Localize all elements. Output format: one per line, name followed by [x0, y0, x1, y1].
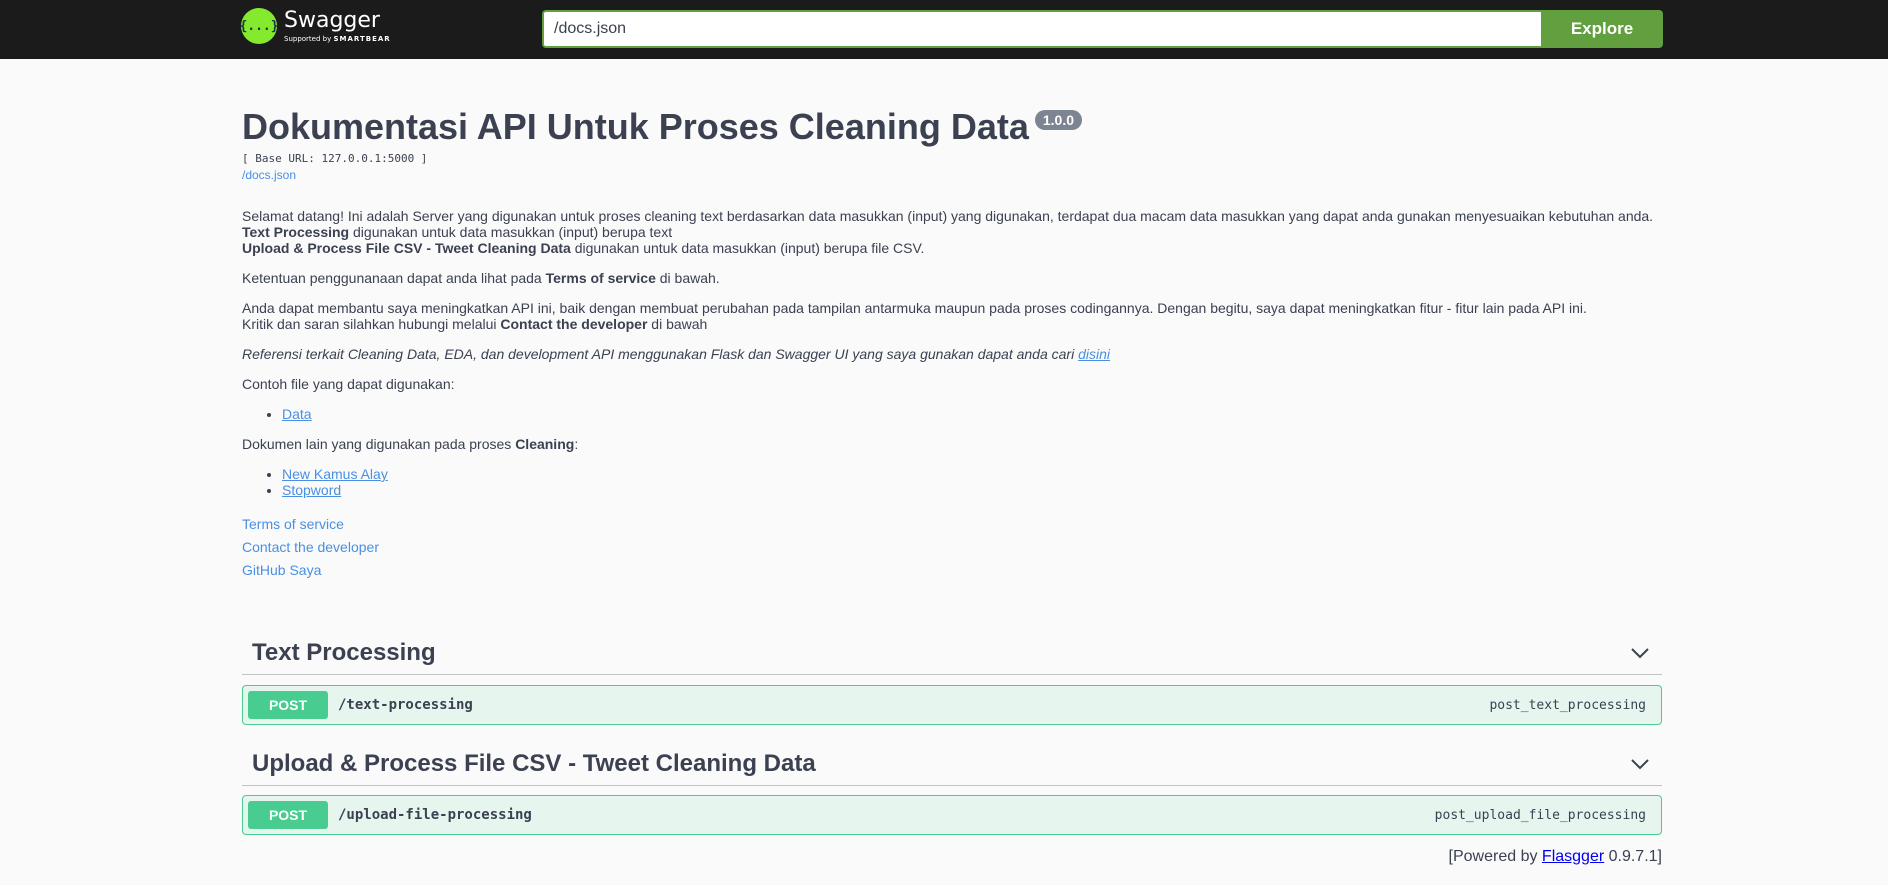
github-link[interactable]: GitHub Saya: [242, 562, 1662, 578]
swagger-logo[interactable]: {...} Swagger Supported by SMARTBEAR: [239, 7, 391, 44]
example-file-list: Data: [282, 406, 1662, 422]
operation-id: post_text_processing: [1489, 697, 1646, 713]
footer: [Powered by Flasgger 0.9.7.1]: [1449, 848, 1662, 866]
flasgger-link[interactable]: Flasgger: [1542, 848, 1604, 865]
logo-name: Swagger: [284, 7, 380, 33]
docs-label-post: :: [574, 436, 579, 452]
docs-label-pre: Dokumen lain yang digunakan pada proses: [242, 436, 516, 452]
swagger-logo-icon: {...}: [239, 8, 279, 44]
example-file-link[interactable]: Data: [282, 406, 312, 422]
docs-label-bold: Cleaning: [515, 436, 575, 452]
title-row: Dokumentasi API Untuk Proses Cleaning Da…: [242, 104, 1662, 150]
tag-section-header[interactable]: Upload & Process File CSV - Tweet Cleani…: [242, 743, 1662, 786]
operation-row[interactable]: POST /upload-file-processing post_upload…: [242, 795, 1662, 835]
line2-bold: Upload & Process File CSV - Tweet Cleani…: [242, 240, 571, 256]
line2-text: digunakan untuk data masukkan (input) be…: [570, 240, 925, 256]
intro-text: Selamat datang! Ini adalah Server yang d…: [242, 208, 1654, 224]
footer-prefix: [Powered by: [1448, 848, 1542, 865]
tag-section-header[interactable]: Text Processing: [242, 632, 1662, 675]
docs-label: Dokumen lain yang digunakan pada proses …: [242, 436, 1662, 452]
help-line2-post: di bawah: [647, 316, 708, 332]
info-links: Terms of service Contact the developer G…: [242, 516, 1662, 578]
reference-link[interactable]: disini: [1078, 346, 1110, 362]
version-badge: 1.0.0: [1034, 110, 1082, 130]
terms-pre: Ketentuan penggunanaan dapat anda lihat …: [242, 270, 546, 286]
method-badge: POST: [248, 801, 328, 829]
help-line1: Anda dapat membantu saya meningkatkan AP…: [242, 300, 1587, 316]
operation-row[interactable]: POST /text-processing post_text_processi…: [242, 685, 1662, 725]
page-title: Dokumentasi API Untuk Proses Cleaning Da…: [242, 106, 1029, 147]
line1-bold: Text Processing: [242, 224, 350, 240]
logo-subtitle: Supported by SMARTBEAR: [284, 35, 391, 44]
chevron-down-icon[interactable]: [1628, 641, 1652, 665]
tag-title: Upload & Process File CSV - Tweet Cleani…: [252, 750, 816, 777]
help-paragraph: Anda dapat membantu saya meningkatkan AP…: [242, 300, 1662, 332]
example-label: Contoh file yang dapat digunakan:: [242, 376, 455, 392]
method-badge: POST: [248, 691, 328, 719]
logo-text: Swagger Supported by SMARTBEAR: [284, 7, 391, 44]
explore-button[interactable]: Explore: [1541, 10, 1663, 48]
terms-bold: Terms of service: [545, 270, 656, 286]
logo-sub-prefix: Supported by: [284, 34, 332, 43]
chevron-down-icon[interactable]: [1628, 752, 1652, 776]
api-description: Selamat datang! Ini adalah Server yang d…: [242, 208, 1662, 498]
footer-suffix: 0.9.7.1]: [1604, 848, 1662, 865]
docs-file-link[interactable]: New Kamus Alay: [282, 466, 388, 482]
logo-sub-brand: SMARTBEAR: [333, 34, 391, 43]
help-line2-bold: Contact the developer: [500, 316, 648, 332]
intro-paragraph: Selamat datang! Ini adalah Server yang d…: [242, 208, 1662, 256]
list-item: Data: [282, 406, 1662, 422]
reference-text: Referensi terkait Cleaning Data, EDA, da…: [242, 346, 1079, 362]
terms-paragraph: Ketentuan penggunanaan dapat anda lihat …: [242, 270, 1662, 286]
spec-url-input[interactable]: [542, 10, 1542, 48]
docs-file-link[interactable]: Stopword: [282, 482, 341, 498]
operation-path: /upload-file-processing: [338, 807, 532, 823]
tag-title: Text Processing: [252, 639, 436, 666]
terms-post: di bawah.: [655, 270, 720, 286]
operation-id: post_upload_file_processing: [1434, 807, 1646, 823]
list-item: New Kamus Alay: [282, 466, 1662, 482]
reference-paragraph: Referensi terkait Cleaning Data, EDA, da…: [242, 346, 1662, 362]
terms-of-service-link[interactable]: Terms of service: [242, 516, 1662, 532]
spec-link[interactable]: /docs.json: [242, 167, 1662, 183]
docs-file-list: New Kamus Alay Stopword: [282, 466, 1662, 498]
help-line2-pre: Kritik dan saran silahkan hubungi melalu…: [242, 316, 501, 332]
contact-developer-link[interactable]: Contact the developer: [242, 539, 1662, 555]
api-info: Dokumentasi API Untuk Proses Cleaning Da…: [242, 104, 1662, 585]
base-url: [ Base URL: 127.0.0.1:5000 ]: [242, 152, 428, 165]
topbar: {...} Swagger Supported by SMARTBEAR Exp…: [0, 0, 1888, 59]
operation-path: /text-processing: [338, 697, 473, 713]
list-item: Stopword: [282, 482, 1662, 498]
line1-text: digunakan untuk data masukkan (input) be…: [349, 224, 673, 240]
